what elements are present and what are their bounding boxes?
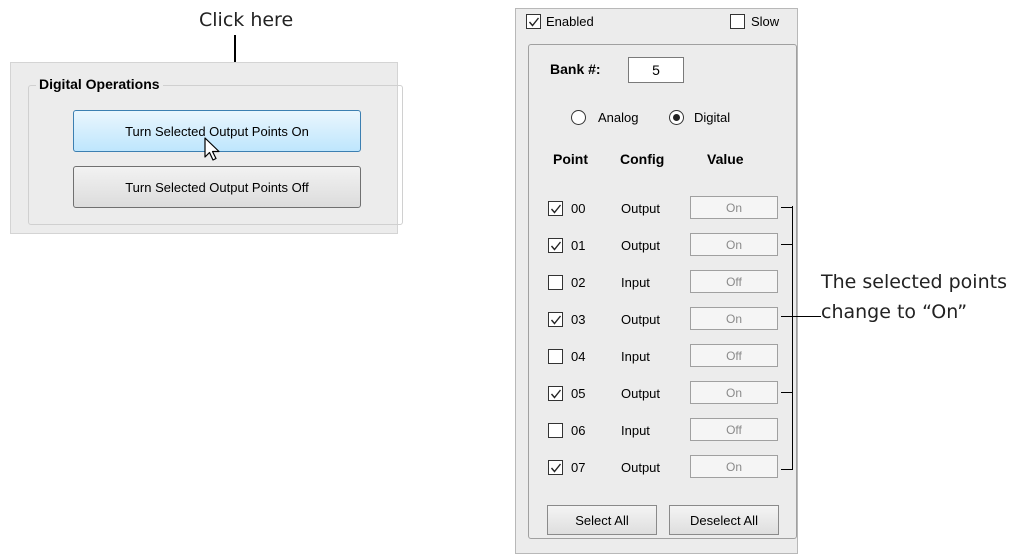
point-06-config: Input: [621, 423, 650, 438]
point-02-checkbox[interactable]: [548, 275, 563, 290]
point-01-checkbox[interactable]: [548, 238, 563, 253]
digital-label: Digital: [694, 110, 731, 125]
point-00-config: Output: [621, 201, 661, 216]
bracket-tick-05: [781, 392, 793, 393]
point-07-value: On: [690, 455, 778, 478]
config-column-header: Config: [620, 151, 665, 167]
bracket-leader-line: [781, 316, 821, 317]
deselect-all-button[interactable]: Deselect All: [669, 505, 779, 535]
point-01-value: On: [690, 233, 778, 256]
point-03-config: Output: [621, 312, 661, 327]
selected-points-annotation-line1: The selected points: [821, 271, 1007, 293]
point-02-value: Off: [690, 270, 778, 293]
enabled-checkbox[interactable]: [526, 14, 541, 29]
point-03-label: 03: [571, 312, 586, 327]
selected-points-annotation: The selected points change to “On”: [821, 267, 1007, 327]
point-00-value: On: [690, 196, 778, 219]
digital-operations-title: Digital Operations: [36, 76, 163, 92]
point-07-label: 07: [571, 460, 586, 475]
radio-selected-dot: [673, 114, 680, 121]
point-04-label: 04: [571, 349, 586, 364]
point-07-checkbox[interactable]: [548, 460, 563, 475]
point-05-config: Output: [621, 386, 661, 401]
bracket-vertical-line: [792, 206, 793, 470]
point-04-checkbox[interactable]: [548, 349, 563, 364]
point-04-config: Input: [621, 349, 650, 364]
slow-checkbox[interactable]: [730, 14, 745, 29]
point-01-config: Output: [621, 238, 661, 253]
bracket-tick-01: [781, 244, 793, 245]
point-column-header: Point: [553, 151, 588, 167]
select-all-button[interactable]: Select All: [547, 505, 657, 535]
point-05-value: On: [690, 381, 778, 404]
point-06-label: 06: [571, 423, 586, 438]
bracket-tick-07: [781, 469, 793, 470]
point-00-label: 00: [571, 201, 586, 216]
analog-radio[interactable]: [571, 110, 586, 125]
bracket-tick-00: [781, 207, 793, 208]
point-00-checkbox[interactable]: [548, 201, 563, 216]
point-05-checkbox[interactable]: [548, 386, 563, 401]
enabled-label: Enabled: [546, 14, 594, 29]
point-04-value: Off: [690, 344, 778, 367]
point-05-label: 05: [571, 386, 586, 401]
bank-number-label: Bank #:: [550, 61, 601, 77]
point-07-config: Output: [621, 460, 661, 475]
slow-label: Slow: [751, 14, 780, 29]
point-06-checkbox[interactable]: [548, 423, 563, 438]
analog-label: Analog: [598, 110, 639, 125]
mouse-pointer-icon: [204, 137, 220, 161]
point-06-value: Off: [690, 418, 778, 441]
point-02-label: 02: [571, 275, 586, 290]
point-01-label: 01: [571, 238, 586, 253]
selected-points-annotation-line2: change to “On”: [821, 301, 968, 323]
point-03-value: On: [690, 307, 778, 330]
bank-number-input[interactable]: [628, 57, 684, 83]
point-02-config: Input: [621, 275, 650, 290]
click-here-annotation: Click here: [199, 9, 294, 31]
point-03-checkbox[interactable]: [548, 312, 563, 327]
turn-selected-output-points-off-button[interactable]: Turn Selected Output Points Off: [73, 166, 361, 208]
digital-radio[interactable]: [669, 110, 684, 125]
value-column-header: Value: [707, 151, 744, 167]
